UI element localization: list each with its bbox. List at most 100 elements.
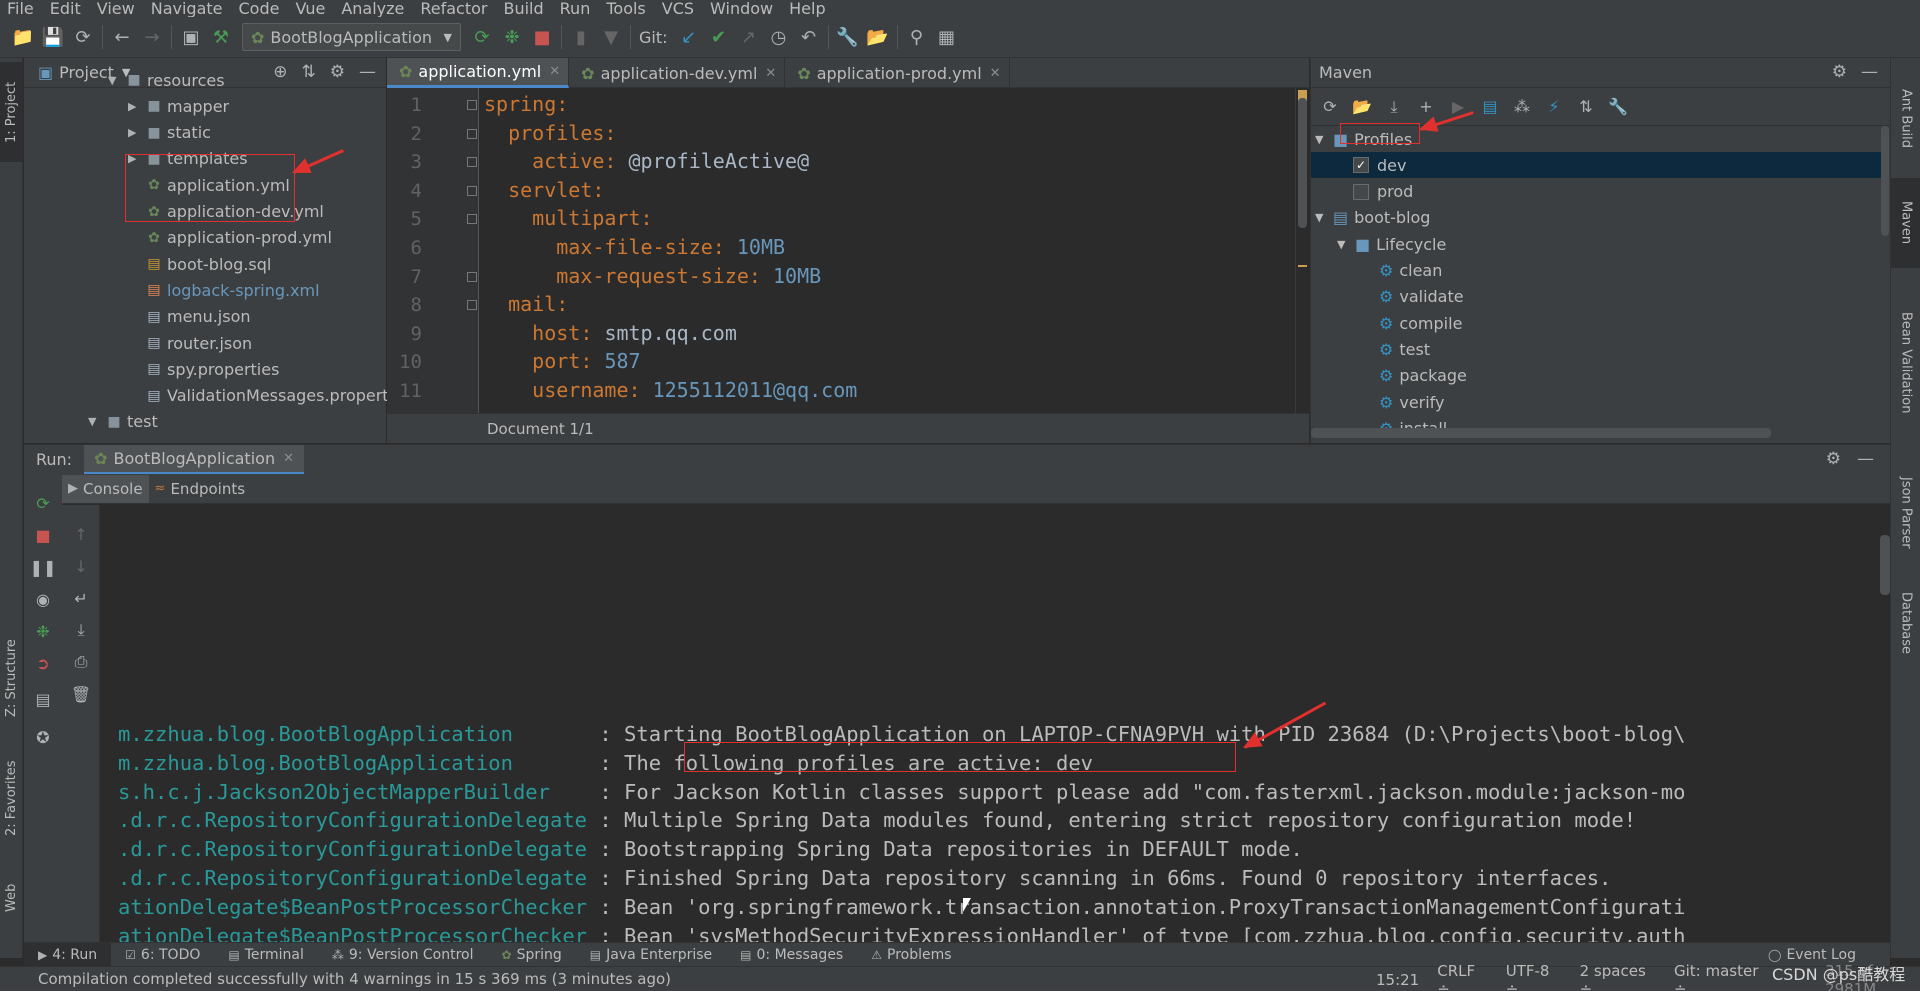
maven-goal-verify[interactable]: ⚙ verify — [1379, 389, 1445, 415]
tree-file[interactable]: ▤ boot-blog.sql — [128, 251, 271, 277]
sync-icon[interactable]: ⟳ — [68, 22, 98, 52]
camera-icon[interactable]: ◉ — [32, 588, 54, 610]
tree-file[interactable]: ✿ application-prod.yml — [128, 225, 332, 251]
profile-checkbox[interactable]: ✓ — [1353, 157, 1369, 174]
coverage-icon[interactable]: ▮ — [566, 22, 596, 52]
up-arrow-icon[interactable]: ↑ — [70, 523, 92, 545]
close-icon[interactable]: ✕ — [549, 64, 560, 79]
maven-goal-test[interactable]: ⚙ test — [1379, 336, 1430, 362]
maven-profile-dev[interactable]: ✓ dev — [1311, 152, 1881, 179]
menu-view[interactable]: View — [90, 0, 144, 17]
skip-tests-icon[interactable]: ⚡ — [1541, 94, 1567, 120]
tab-database[interactable]: Database — [1891, 578, 1920, 668]
layout-icon[interactable]: ▤ — [32, 688, 54, 710]
minimize-icon[interactable]: — — [1861, 62, 1878, 82]
tree-file[interactable]: ▤ router.json — [128, 330, 252, 356]
menu-vcs[interactable]: VCS — [655, 0, 703, 17]
toggle-offline-icon[interactable]: ⁂ — [1509, 94, 1535, 120]
fold-marker[interactable] — [467, 271, 477, 282]
menu-navigate[interactable]: Navigate — [144, 0, 232, 17]
caret-position[interactable]: 15:21 — [1376, 971, 1419, 989]
maven-vertical-scrollbar[interactable] — [1881, 126, 1889, 236]
tab-project[interactable]: 1: Project — [0, 62, 23, 162]
menu-file[interactable]: File — [0, 0, 43, 17]
tool-window-6-todo[interactable]: ☑ 6: TODO — [111, 943, 214, 967]
breadcrumb[interactable]: Document 1/1 — [387, 413, 1309, 443]
tab-web[interactable]: Web — [0, 868, 23, 928]
editor-tab[interactable]: ✿ application.yml ✕ — [387, 58, 570, 88]
tab-structure[interactable]: Z: Structure — [0, 628, 23, 728]
print-icon[interactable]: ⎙ — [70, 651, 92, 673]
menu-help[interactable]: Help — [782, 0, 834, 17]
tool-window-9-version-control[interactable]: ⁂ 9: Version Control — [318, 943, 488, 967]
download-icon[interactable]: ⤓ — [1381, 94, 1407, 120]
menu-edit[interactable]: Edit — [43, 0, 90, 17]
down-arrow-icon[interactable]: ↓ — [70, 555, 92, 577]
menu-build[interactable]: Build — [496, 0, 552, 17]
tool-window-problems[interactable]: ⚠ Problems — [857, 943, 965, 967]
git-commit-icon[interactable]: ✔ — [704, 22, 734, 52]
git-push-icon[interactable]: ↗ — [734, 22, 764, 52]
fold-marker[interactable] — [467, 100, 477, 110]
rerun-icon[interactable]: ⟳ — [467, 22, 497, 52]
run-configuration-select[interactable]: ✿ BootBlogApplication ▼ — [242, 23, 461, 51]
maven-goal-compile[interactable]: ⚙ compile — [1379, 310, 1462, 336]
tab-endpoints[interactable]: ≈ Endpoints — [149, 475, 251, 503]
debug-bug-icon[interactable]: ❉ — [32, 620, 54, 642]
maven-goal-clean[interactable]: ⚙ clean — [1379, 258, 1442, 284]
close-icon[interactable]: ✕ — [990, 66, 1001, 81]
maven-project-node[interactable]: ▼ ▤ boot-blog — [1315, 205, 1430, 231]
tree-folder[interactable]: ▼ ■ test — [88, 409, 158, 435]
git-history-icon[interactable]: ◷ — [764, 22, 794, 52]
project-folder-icon[interactable]: 📂 — [863, 22, 893, 52]
stop-icon[interactable]: ■ — [32, 524, 54, 546]
debug-bug-icon[interactable]: ❉ — [497, 22, 527, 52]
execute-goal-icon[interactable]: ▤ — [1477, 94, 1503, 120]
git-rollback-icon[interactable]: ↶ — [794, 22, 824, 52]
reload-icon[interactable]: ⟳ — [1317, 94, 1343, 120]
minimize-icon[interactable]: — — [359, 62, 376, 82]
line-separator[interactable]: CRLF ÷ — [1437, 962, 1488, 991]
minimize-icon[interactable]: — — [1857, 449, 1874, 469]
menu-window[interactable]: Window — [703, 0, 782, 17]
maven-goal-package[interactable]: ⚙ package — [1379, 363, 1467, 389]
tool-window-0-messages[interactable]: ▤ 0: Messages — [726, 943, 857, 967]
tab-maven[interactable]: Maven — [1891, 178, 1920, 268]
tree-folder[interactable]: ▶ ■ mapper — [128, 93, 229, 119]
gear-icon[interactable]: ⚙ — [330, 62, 345, 82]
fold-marker[interactable] — [467, 157, 477, 168]
save-icon[interactable]: 💾 — [38, 22, 68, 52]
editor-tab[interactable]: ✿ application-prod.yml ✕ — [785, 58, 1010, 88]
editor-scrollbar[interactable] — [1295, 88, 1309, 413]
presentation-icon[interactable]: ▦ — [932, 22, 962, 52]
add-icon[interactable]: + — [1413, 94, 1439, 120]
tool-window-java-enterprise[interactable]: ▤ Java Enterprise — [576, 943, 726, 967]
profile-checkbox[interactable] — [1353, 183, 1369, 200]
editor-tab[interactable]: ✿ application-dev.yml ✕ — [569, 58, 786, 88]
soft-wrap-icon[interactable]: ↵ — [70, 587, 92, 609]
menu-code[interactable]: Code — [232, 0, 289, 17]
generate-sources-icon[interactable]: 📂 — [1349, 94, 1375, 120]
locate-icon[interactable]: ⊕ — [273, 62, 287, 82]
close-icon[interactable]: ✕ — [283, 451, 294, 466]
tool-window-4-run[interactable]: ▶ 4: Run — [24, 942, 112, 967]
collapse-icon[interactable]: ⇅ — [302, 62, 316, 82]
indent-setting[interactable]: 2 spaces ÷ — [1580, 962, 1656, 991]
run-tab[interactable]: ✿ BootBlogApplication ✕ — [84, 444, 304, 475]
close-icon[interactable]: ✕ — [765, 66, 776, 81]
tree-folder[interactable]: ▶ ■ static — [128, 120, 211, 146]
tree-file[interactable]: ▤ logback-spring.xml — [128, 277, 319, 303]
maven-horizontal-scrollbar[interactable] — [1311, 428, 1771, 438]
maven-profile-prod[interactable]: prod — [1353, 179, 1413, 205]
maven-lifecycle-node[interactable]: ▼ ■ Lifecycle — [1337, 231, 1446, 257]
exit-icon[interactable]: ➲ — [32, 652, 54, 674]
status-message[interactable]: Compilation completed successfully with … — [38, 970, 671, 988]
tool-window-terminal[interactable]: ▤ Terminal — [214, 943, 318, 967]
scroll-to-end-icon[interactable]: ⤓ — [70, 619, 92, 641]
fold-marker[interactable] — [467, 300, 477, 311]
tab-favorites[interactable]: 2: Favorites — [0, 748, 23, 848]
trash-icon[interactable]: 🗑 — [70, 683, 92, 705]
tree-file[interactable]: ▤ spy.properties — [128, 356, 279, 382]
fold-marker[interactable] — [467, 214, 477, 225]
forward-arrow-icon[interactable]: → — [137, 22, 167, 52]
